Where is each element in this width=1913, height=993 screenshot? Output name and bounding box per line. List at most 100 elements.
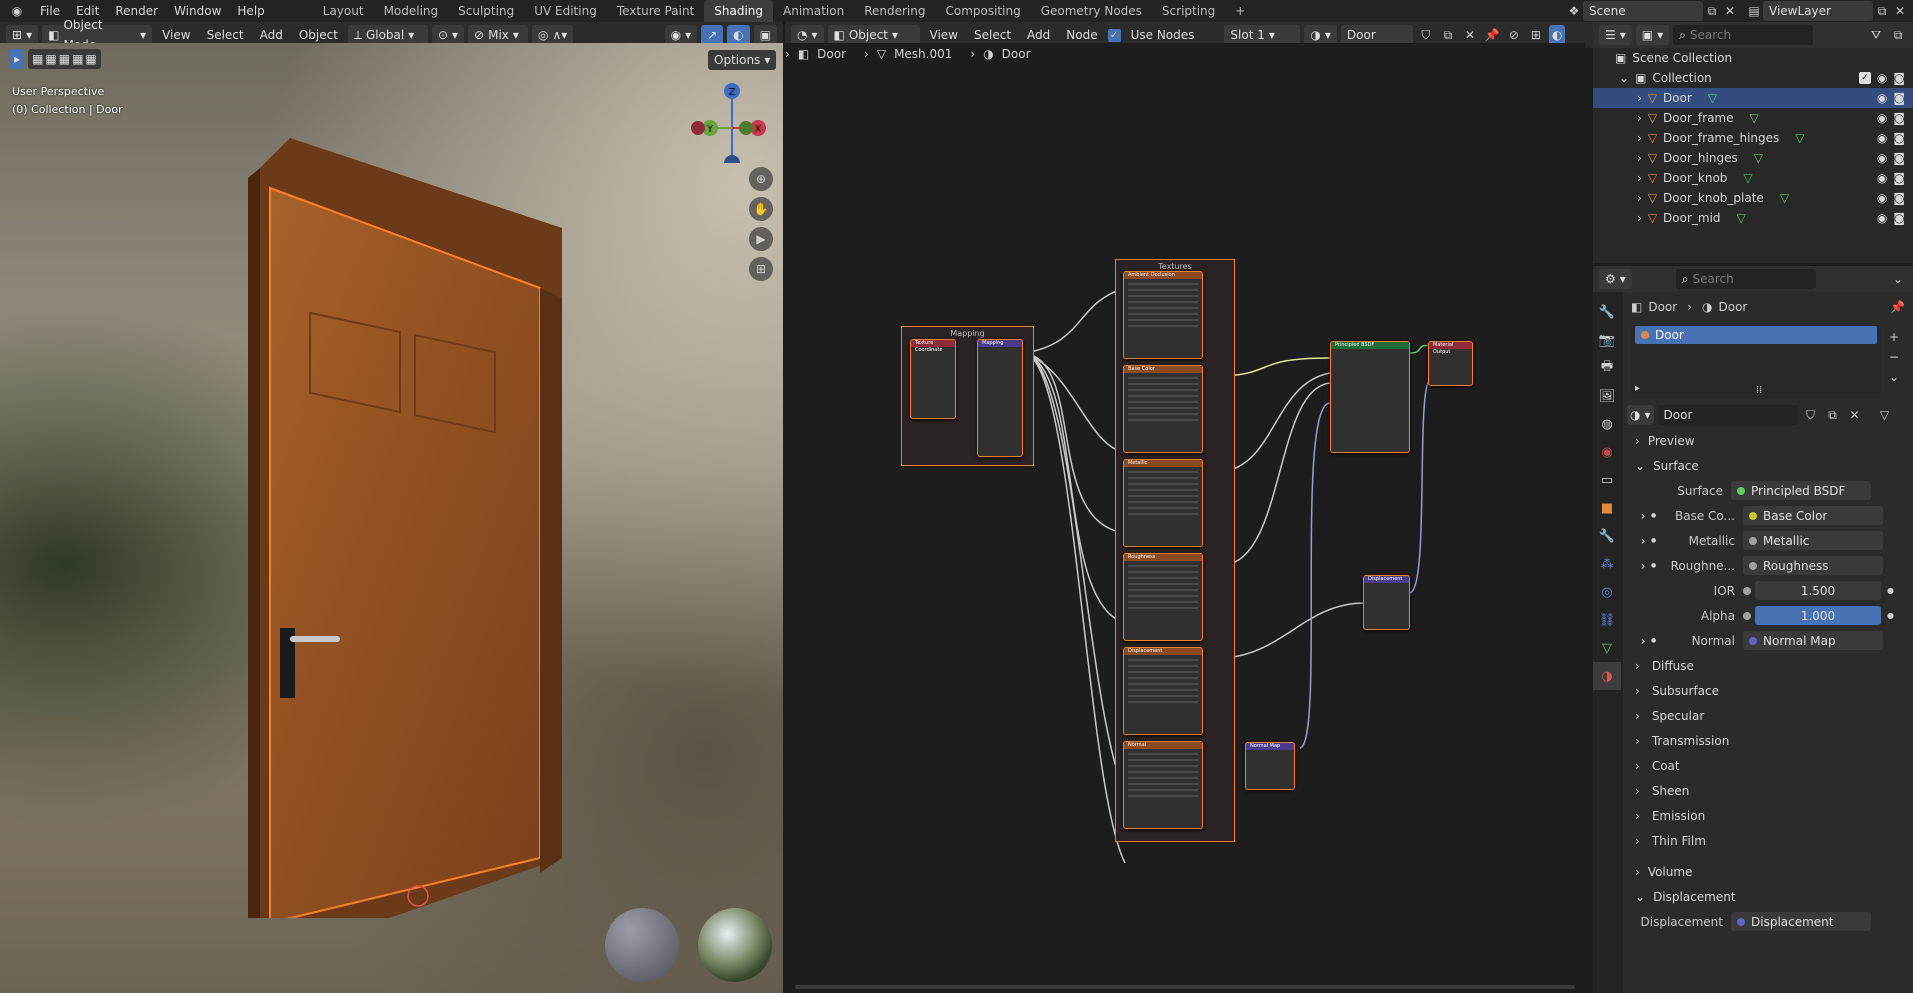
subpanel-emission[interactable]: › Emission	[1623, 803, 1913, 828]
scene-tab-icon[interactable]: ◍	[1593, 410, 1621, 438]
select-tool-button[interactable]: ▸	[10, 49, 25, 69]
panel-preview[interactable]: › Preview	[1623, 428, 1913, 453]
constraints-tab-icon[interactable]: ⛓	[1593, 606, 1621, 634]
chevron-right-icon[interactable]: ›	[1635, 559, 1651, 573]
outliner-object-row[interactable]: › ▽ Door_knob_plate ▽ ◉ ◙	[1593, 188, 1913, 208]
eye-icon[interactable]: ◉	[1877, 91, 1887, 105]
principled-bsdf-node[interactable]: Principled BSDF	[1330, 341, 1410, 453]
slot-menu-icon[interactable]: ⌄	[1885, 368, 1903, 386]
mesh-data-icon[interactable]: ▽	[1750, 111, 1759, 125]
alpha-slider[interactable]: 1.000	[1755, 606, 1881, 625]
viewport-menu-add[interactable]: Add	[254, 25, 289, 45]
output-tab-icon[interactable]: 🖶	[1593, 354, 1621, 382]
keyframe-dot-icon[interactable]: ●	[1887, 586, 1894, 595]
keyframe-dot-icon[interactable]: ●	[1887, 611, 1894, 620]
menu-help[interactable]: Help	[229, 0, 272, 22]
normal-map-node[interactable]: Normal Map	[1245, 742, 1295, 790]
subpanel-diffuse[interactable]: › Diffuse	[1623, 653, 1913, 678]
subpanel-sheen[interactable]: › Sheen	[1623, 778, 1913, 803]
node-menu-view[interactable]: View	[924, 25, 964, 45]
tab-animation[interactable]: Animation	[773, 0, 854, 22]
add-slot-icon[interactable]: +	[1885, 328, 1903, 346]
viewport-menu-view[interactable]: View	[156, 25, 196, 45]
surface-input-link-field[interactable]: Principled BSDF	[1731, 481, 1871, 500]
mesh-data-icon[interactable]: ▽	[1754, 151, 1763, 165]
pin-icon[interactable]: 📌	[1890, 300, 1905, 314]
outliner-search[interactable]: ⌕ Search	[1673, 25, 1814, 45]
camera-icon[interactable]: ◙	[1893, 171, 1905, 185]
node-menu-add[interactable]: Add	[1021, 25, 1056, 45]
chevron-down-icon[interactable]: ⌄	[1619, 71, 1629, 85]
image-texture-node[interactable]: Base Color	[1123, 365, 1203, 453]
modifier-tab-icon[interactable]: 🔧	[1593, 522, 1621, 550]
outliner-object-row[interactable]: › ▽ Door_frame ▽ ◉ ◙	[1593, 108, 1913, 128]
tab-geometry-nodes[interactable]: Geometry Nodes	[1031, 0, 1152, 22]
image-texture-node[interactable]: Roughness	[1123, 553, 1203, 641]
mesh-data-icon[interactable]: ▽	[1795, 131, 1804, 145]
tab-compositing[interactable]: Compositing	[935, 0, 1030, 22]
chevron-right-icon[interactable]: ›	[1637, 171, 1642, 185]
chevron-right-icon[interactable]: ›	[1635, 534, 1651, 548]
ior-field[interactable]: 1.500	[1755, 581, 1881, 600]
eye-icon[interactable]: ◉	[1877, 211, 1887, 225]
mesh-data-icon[interactable]: ▽	[1780, 191, 1789, 205]
camera-icon[interactable]: ◙	[1893, 111, 1905, 125]
chevron-right-icon[interactable]: ›	[1635, 509, 1651, 523]
particles-tab-icon[interactable]: ⁂	[1593, 550, 1621, 578]
mesh-data-icon[interactable]: ▽	[1708, 91, 1717, 105]
panel-surface[interactable]: ⌄ Surface	[1623, 453, 1913, 478]
pin-icon[interactable]: 📌	[1483, 26, 1501, 44]
subpanel-subsurface[interactable]: › Subsurface	[1623, 678, 1913, 703]
chevron-right-icon[interactable]: ›	[1635, 634, 1651, 648]
subpanel-specular[interactable]: › Specular	[1623, 703, 1913, 728]
data-tab-icon[interactable]: ▽	[1593, 634, 1621, 662]
surface-input-link-field[interactable]: Base Color	[1743, 506, 1883, 525]
shader-type-selector[interactable]: ◧ Object ▾	[827, 25, 920, 45]
fake-user-shield-icon[interactable]: ⛉	[1417, 26, 1435, 44]
image-texture-node[interactable]: Metallic	[1123, 459, 1203, 547]
new-view-layer-icon[interactable]: ⧉	[1873, 2, 1891, 20]
surface-input-link-field[interactable]: Roughness	[1743, 556, 1883, 575]
new-collection-icon[interactable]: ⧉	[1889, 26, 1907, 44]
delete-scene-icon[interactable]: ✕	[1721, 2, 1739, 20]
properties-search[interactable]: ⌕ Search	[1675, 269, 1816, 289]
fake-user-shield-icon[interactable]: ⛉	[1802, 406, 1820, 424]
subpanel-thin-film[interactable]: › Thin Film	[1623, 828, 1913, 853]
duplicate-material-icon[interactable]: ⧉	[1824, 406, 1842, 424]
scene-icon[interactable]: ❖	[1565, 2, 1583, 20]
select-mode-buttons[interactable]: ▦ ▦ ▦ ▦ ▦	[28, 49, 101, 69]
properties-editor-type-button[interactable]: ⚙ ▾	[1599, 269, 1632, 289]
eye-icon[interactable]: ◉	[1877, 191, 1887, 205]
blender-logo-icon[interactable]: ◉	[8, 2, 26, 20]
mode-selector[interactable]: ◧Object Mode▾	[42, 18, 153, 52]
node-overlay-toggle[interactable]: ◐	[1548, 25, 1566, 45]
panel-volume[interactable]: › Volume	[1623, 859, 1913, 884]
panel-displacement[interactable]: ⌄ Displacement	[1623, 884, 1913, 909]
image-texture-node[interactable]: Ambient Occlusion	[1123, 271, 1203, 359]
door-object[interactable]	[240, 118, 580, 918]
tab-uv-editing[interactable]: UV Editing	[524, 0, 607, 22]
remove-slot-icon[interactable]: −	[1885, 348, 1903, 366]
outliner-object-row[interactable]: › ▽ Door_frame_hinges ▽ ◉ ◙	[1593, 128, 1913, 148]
delete-view-layer-icon[interactable]: ✕	[1891, 2, 1909, 20]
mapping-node[interactable]: Mapping	[977, 339, 1023, 457]
add-workspace-button[interactable]: +	[1225, 0, 1255, 22]
chevron-right-icon[interactable]: ›	[1637, 191, 1642, 205]
snap-selector[interactable]: ⊘ Mix ▾	[468, 25, 529, 45]
displacement-link-field[interactable]: Displacement	[1731, 912, 1871, 931]
snap-node-icon[interactable]: ⊘	[1505, 26, 1523, 44]
unlink-material-icon[interactable]: ✕	[1846, 406, 1864, 424]
tab-modeling[interactable]: Modeling	[374, 0, 449, 22]
node-menu-node[interactable]: Node	[1060, 25, 1103, 45]
display-mode-button[interactable]: ▣ ▾	[1635, 25, 1670, 45]
eye-icon[interactable]: ◉	[1877, 111, 1887, 125]
material-name-field[interactable]: Door	[1340, 25, 1413, 45]
ior-socket-icon[interactable]	[1743, 586, 1751, 595]
scene-collection-row[interactable]: ▣ Scene Collection	[1593, 48, 1913, 68]
editor-type-button[interactable]: ⊞ ▾	[6, 25, 39, 45]
tab-sculpting[interactable]: Sculpting	[448, 0, 524, 22]
zoom-icon[interactable]: ⊕	[749, 167, 773, 191]
mesh-data-icon[interactable]: ▽	[1743, 171, 1752, 185]
normal-link-field[interactable]: Normal Map	[1743, 631, 1883, 650]
proportional-edit-button[interactable]: ◎ ∧▾	[532, 25, 574, 45]
